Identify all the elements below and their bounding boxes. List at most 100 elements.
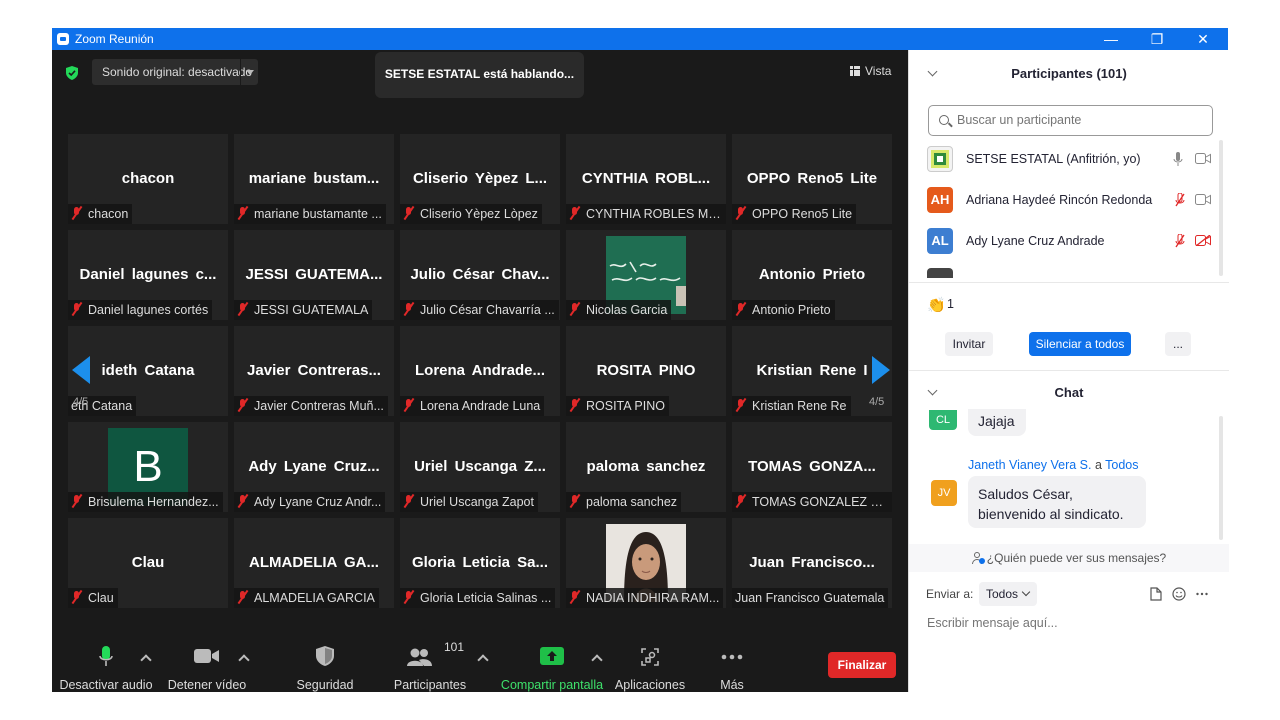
video-tile[interactable]: Julio César Chav... Julio César Chavarría…	[400, 230, 560, 320]
active-speaker-banner: SETSE ESTATAL está hablando...	[375, 52, 584, 98]
video-tile[interactable]: Ady Lyane Cruz... Ady Lyane Cruz Andr...	[234, 422, 394, 512]
video-tile[interactable]: Cliserio Yèpez L... Cliserio Yèpez Lòpez	[400, 134, 560, 224]
tile-name-text: Kristian Rene Re	[752, 399, 847, 413]
video-tile[interactable]: ideth Catana eth Catana	[68, 326, 228, 416]
participant-row[interactable]: AL Ady Lyane Cruz Andrade	[927, 226, 1217, 256]
more-dots-icon[interactable]	[1196, 592, 1208, 596]
view-button[interactable]: Vista	[850, 64, 891, 78]
participants-button[interactable]: 101 Participantes	[392, 636, 468, 692]
video-tile[interactable]: CYNTHIA ROBL... CYNTHIA ROBLES ME...	[566, 134, 726, 224]
video-tile[interactable]: Gloria Leticia Sa... Gloria Leticia Salin…	[400, 518, 560, 608]
tile-name-label: OPPO Reno5 Lite	[732, 204, 857, 224]
video-tile[interactable]: ROSITA PINO ROSITA PINO	[566, 326, 726, 416]
tile-name-label: Daniel lagunes cortés	[68, 300, 213, 320]
video-tile[interactable]: Kristian Rene I Kristian Rene Re	[732, 326, 892, 416]
video-tile[interactable]: Antonio Prieto Antonio Prieto	[732, 230, 892, 320]
participant-search-field[interactable]	[928, 105, 1213, 136]
tile-display-name: Uriel Uscanga Z...	[414, 458, 546, 475]
tile-name-label: Julio César Chavarría ...	[400, 300, 559, 320]
close-button[interactable]: ✕	[1188, 29, 1218, 49]
microphone-muted-icon	[569, 398, 581, 412]
end-meeting-button[interactable]: Finalizar	[828, 652, 896, 678]
microphone-muted-icon[interactable]	[1175, 193, 1185, 207]
video-tile[interactable]: paloma sanchez paloma sanchez	[566, 422, 726, 512]
video-tile[interactable]: NADIA INDHIRA RAM...	[566, 518, 726, 608]
participant-name: Adriana Haydeé Rincón Redonda	[966, 193, 1153, 207]
video-tile[interactable]: Lorena Andrade... Lorena Andrade Luna	[400, 326, 560, 416]
restore-button[interactable]: ❐	[1142, 29, 1172, 49]
video-tile[interactable]: OPPO Reno5 Lite OPPO Reno5 Lite	[732, 134, 892, 224]
apps-button[interactable]: Aplicaciones	[612, 636, 688, 692]
apps-icon	[641, 648, 659, 666]
more-button[interactable]: Más	[708, 636, 756, 692]
participant-name: Ady Lyane Cruz Andrade	[966, 234, 1105, 248]
emoji-icon[interactable]	[1172, 587, 1186, 601]
tile-name-text: OPPO Reno5 Lite	[752, 207, 853, 221]
participant-row[interactable]: SETSE ESTATAL (Anfitrión, yo)	[927, 144, 1217, 174]
tile-name-label: JESSI GUATEMALA	[234, 300, 373, 320]
tile-name-label: chacon	[68, 204, 133, 224]
previous-page-arrow-icon[interactable]	[72, 356, 90, 384]
participants-options-chevron-icon[interactable]	[477, 654, 489, 666]
video-camera-icon[interactable]	[1195, 194, 1211, 205]
window-title: Zoom Reunión	[75, 32, 154, 46]
video-tile[interactable]: chacon chacon	[68, 134, 228, 224]
share-screen-label: Compartir pantalla	[500, 678, 604, 692]
host-logo-avatar	[927, 146, 953, 172]
chevron-down-icon[interactable]	[240, 59, 258, 85]
chat-message-line: Saludos César,	[978, 486, 1073, 502]
video-tile[interactable]: Javier Contreras... Javier Contreras Muñ.…	[234, 326, 394, 416]
stop-video-button[interactable]: Detener vídeo	[162, 636, 252, 692]
chat-avatar: JV	[931, 480, 957, 506]
privacy-person-icon	[971, 552, 985, 564]
mute-all-button[interactable]: Silenciar a todos	[1029, 332, 1131, 356]
video-tile[interactable]: Uriel Uscanga Z... Uriel Uscanga Zapot	[400, 422, 560, 512]
file-icon[interactable]	[1150, 587, 1162, 601]
participants-scrollbar[interactable]	[1219, 140, 1223, 276]
tile-name-label: Cliserio Yèpez Lòpez	[400, 204, 542, 224]
video-camera-icon[interactable]	[1195, 153, 1211, 164]
participant-row[interactable]: AH Adriana Haydeé Rincón Redonda	[927, 185, 1217, 215]
microphone-muted-icon	[735, 302, 747, 316]
video-tile[interactable]: ALMADELIA GA... ALMADELIA GARCIA	[234, 518, 394, 608]
chat-message-line: bienvenido al sindicato.	[978, 506, 1124, 522]
mute-audio-button[interactable]: Desactivar audio	[58, 636, 154, 692]
tile-display-name: Javier Contreras...	[247, 362, 381, 379]
microphone-muted-icon	[237, 302, 249, 316]
video-tile[interactable]: Nicolas Garcia	[566, 230, 726, 320]
tile-name-label: Antonio Prieto	[732, 300, 835, 320]
microphone-muted-icon	[71, 302, 83, 316]
video-tile[interactable]: TOMAS GONZA... TOMAS GONZALEZ H...	[732, 422, 892, 512]
chat-recipient[interactable]: Todos	[1105, 458, 1138, 472]
participant-search-input[interactable]	[955, 112, 1205, 128]
microphone-icon[interactable]	[1173, 152, 1183, 166]
video-tile[interactable]: mariane bustam... mariane bustamante ...	[234, 134, 394, 224]
video-tile[interactable]: Clau Clau	[68, 518, 228, 608]
video-tile[interactable]: Daniel lagunes c... Daniel lagunes cortés	[68, 230, 228, 320]
microphone-muted-icon	[71, 206, 83, 220]
minimize-button[interactable]: —	[1096, 29, 1126, 49]
video-tile[interactable]: B Brisulema Hernandez...	[68, 422, 228, 512]
invite-button[interactable]: Invitar	[945, 332, 993, 356]
security-button[interactable]: Seguridad	[288, 636, 362, 692]
tile-name-label: Brisulema Hernandez...	[68, 492, 223, 512]
security-shield-icon[interactable]	[66, 66, 78, 80]
video-camera-icon	[194, 649, 219, 663]
tile-name-text: Lorena Andrade Luna	[420, 399, 541, 413]
next-page-arrow-icon[interactable]	[872, 356, 890, 384]
video-camera-muted-icon[interactable]	[1195, 235, 1211, 246]
chat-sender-name[interactable]: Janeth Vianey Vera S.	[968, 458, 1091, 472]
microphone-muted-icon[interactable]	[1175, 234, 1185, 248]
send-to-dropdown[interactable]: Todos	[979, 582, 1037, 606]
more-options-button[interactable]: ...	[1165, 332, 1191, 356]
chat-scrollbar[interactable]	[1219, 416, 1223, 540]
chat-message-input[interactable]	[925, 612, 1215, 634]
microphone-muted-icon	[403, 206, 415, 220]
video-tile[interactable]: JESSI GUATEMA... JESSI GUATEMALA	[234, 230, 394, 320]
video-tile[interactable]: Juan Francisco... Juan Francisco Guatemal…	[732, 518, 892, 608]
original-sound-button[interactable]: Sonido original: desactivado	[92, 59, 258, 85]
share-screen-button[interactable]: Compartir pantalla	[500, 636, 604, 692]
who-can-see-messages-link[interactable]: ¿Quién puede ver sus mensajes?	[909, 544, 1229, 572]
tile-name-text: JESSI GUATEMALA	[254, 303, 369, 317]
microphone-muted-icon	[403, 302, 415, 316]
